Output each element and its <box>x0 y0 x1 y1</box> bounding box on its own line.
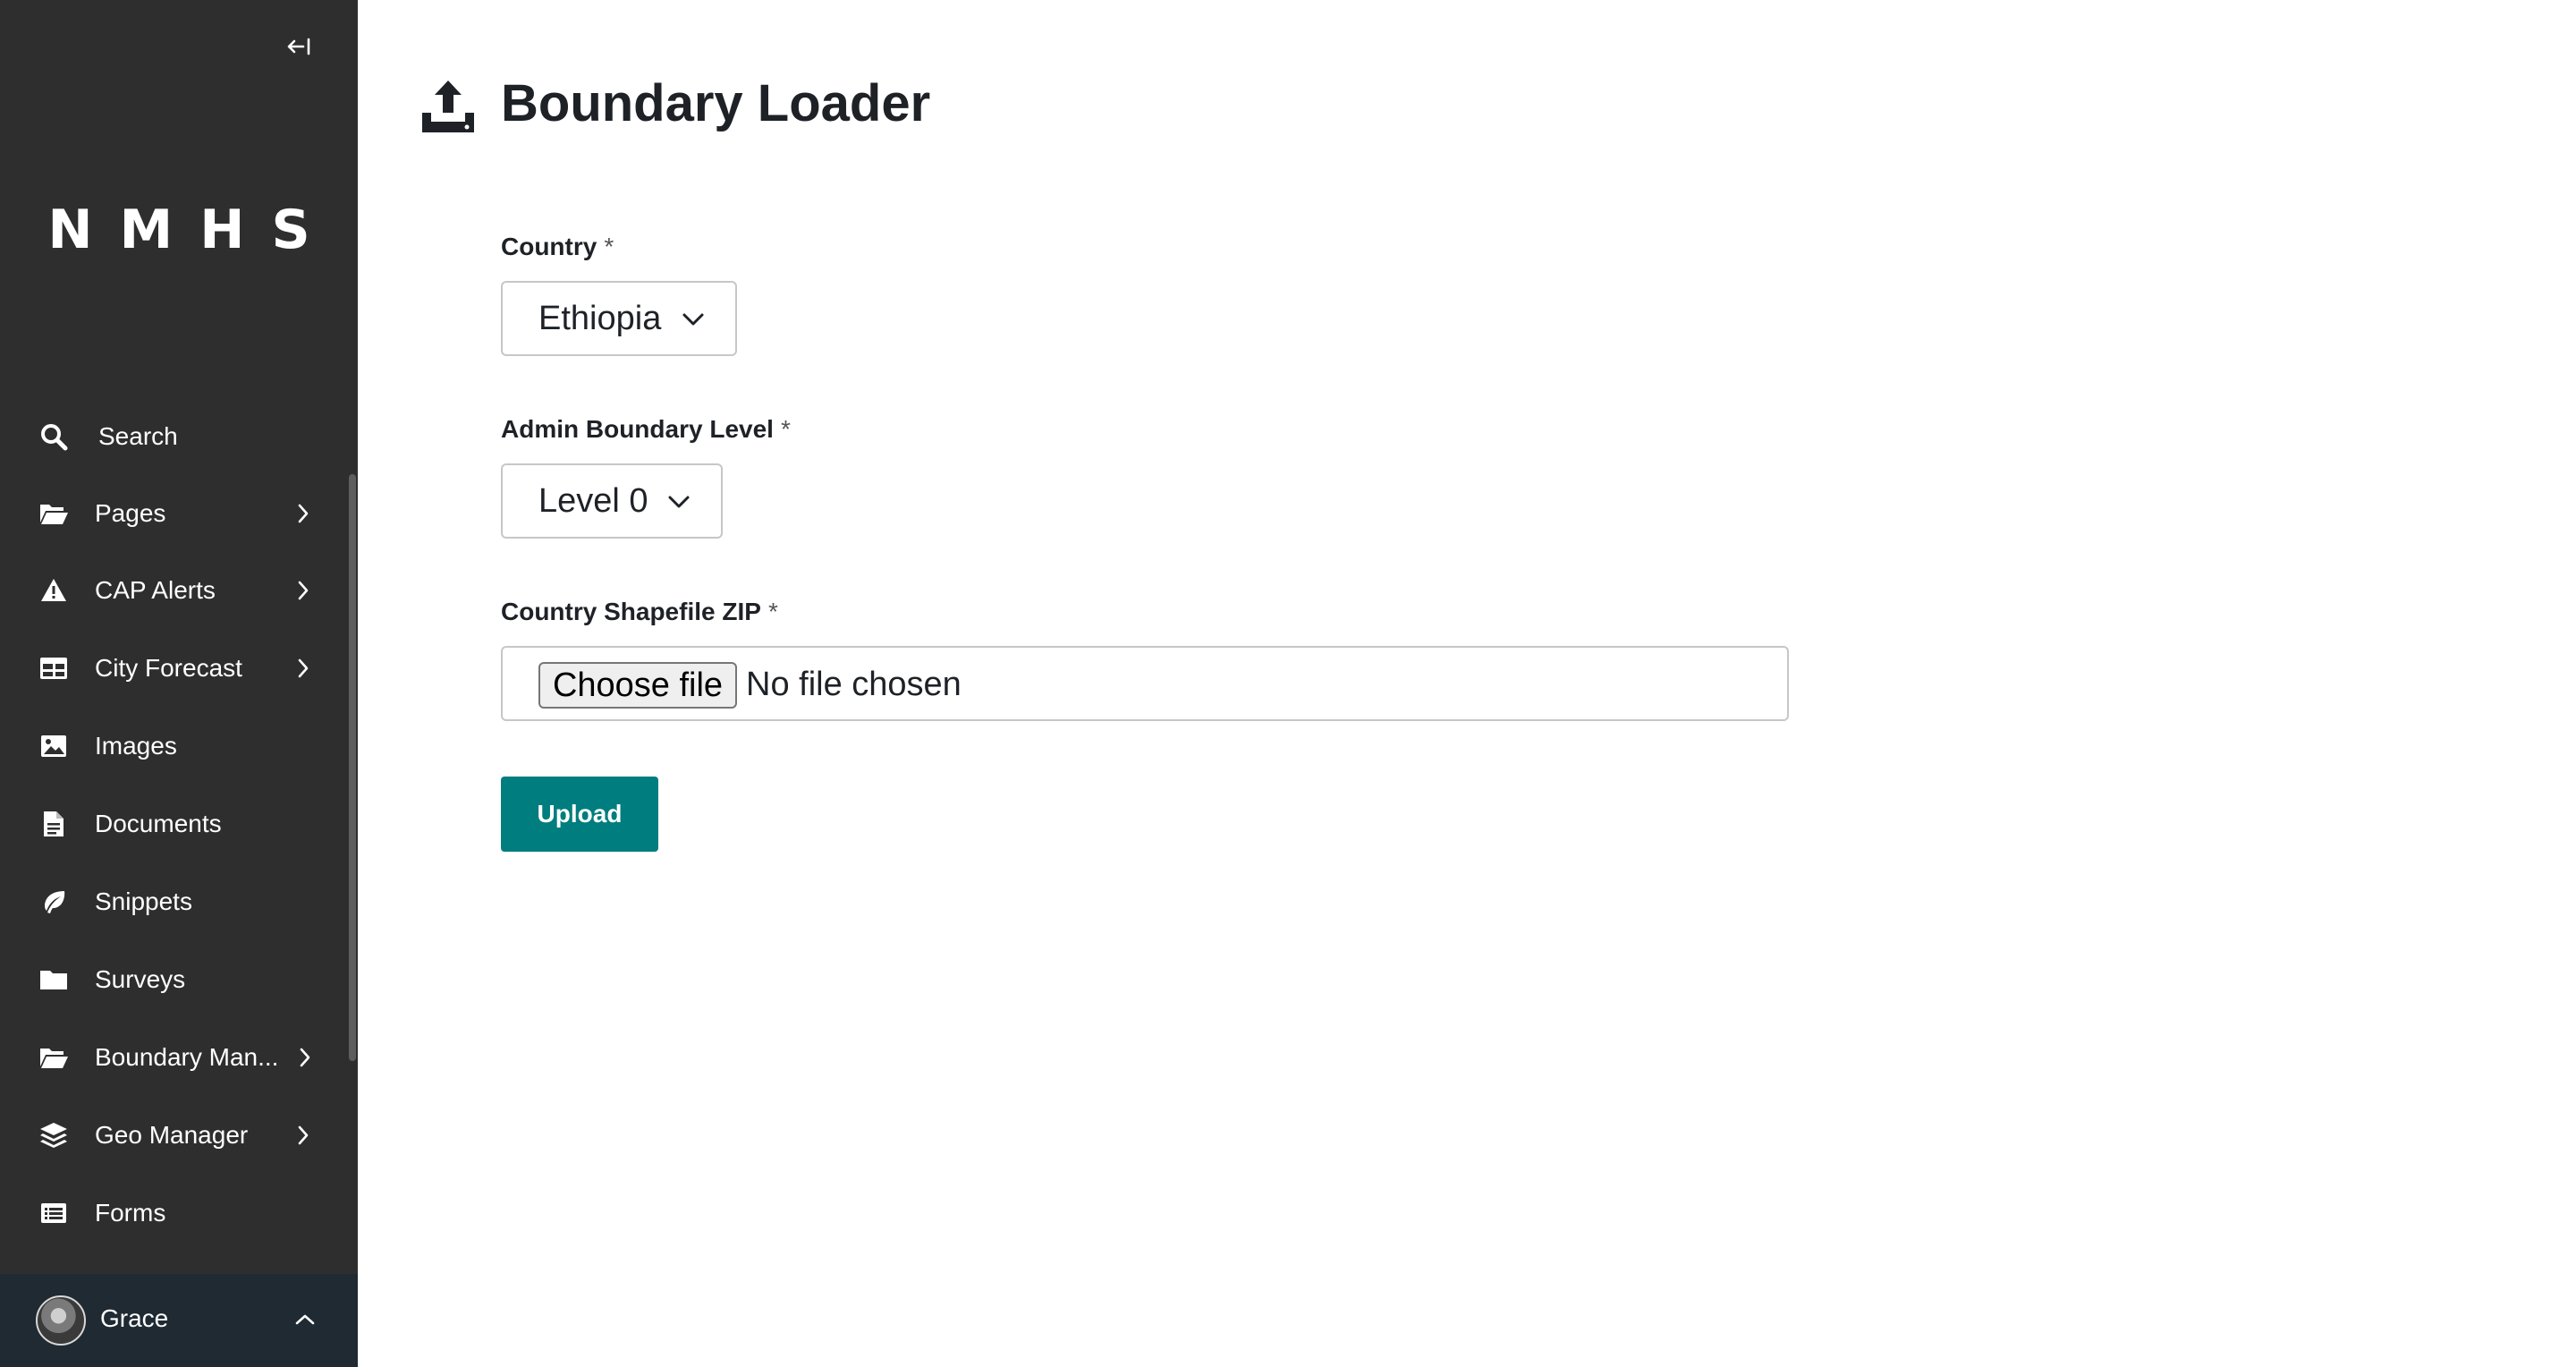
country-label-text: Country <box>501 233 597 260</box>
shapefile-label: Country Shapefile ZIP * <box>501 598 778 626</box>
sidebar-item-cap-alerts[interactable]: CAP Alerts <box>0 555 349 626</box>
sidebar-item-label: Pages <box>95 499 166 527</box>
file-status: No file chosen <box>746 666 962 703</box>
avatar <box>36 1295 86 1346</box>
sidebar-item-forms[interactable]: Forms <box>0 1177 349 1249</box>
snippet-icon <box>38 886 70 918</box>
table-icon <box>38 652 70 684</box>
sidebar-item-snippets[interactable]: Snippets <box>0 866 349 938</box>
sidebar-collapse-button[interactable] <box>281 30 317 63</box>
sidebar-item-search[interactable]: Search <box>0 401 349 472</box>
account-name: Grace <box>100 1304 169 1332</box>
sidebar-item-label: Geo Manager <box>95 1121 249 1149</box>
document-icon <box>38 808 70 840</box>
layers-icon <box>38 1119 70 1151</box>
chevron-up-icon <box>293 1308 317 1331</box>
required-mark: * <box>767 598 778 625</box>
country-label: Country * <box>501 233 614 261</box>
shapefile-label-text: Country Shapefile ZIP <box>501 598 761 625</box>
required-mark: * <box>604 233 614 260</box>
chevron-right-icon <box>292 1124 315 1147</box>
sidebar-item-geo-manager[interactable]: Geo Manager <box>0 1100 349 1171</box>
list-icon <box>38 1197 70 1229</box>
search-icon <box>38 420 70 453</box>
sidebar-item-label: Surveys <box>95 965 186 993</box>
folder-open-icon <box>38 1041 70 1074</box>
sidebar-item-label: Forms <box>95 1199 166 1227</box>
admin-level-label-text: Admin Boundary Level <box>501 415 774 443</box>
sidebar-item-label: Documents <box>95 810 222 837</box>
chevron-down-icon <box>668 496 690 508</box>
sidebar-item-documents[interactable]: Documents <box>0 788 349 860</box>
folder-icon <box>38 964 70 996</box>
admin-level-select-value: Level 0 <box>538 481 648 520</box>
sidebar-item-label: Images <box>95 732 177 760</box>
country-select-value: Ethiopia <box>538 299 662 337</box>
chevron-right-icon <box>292 657 315 680</box>
sidebar-scrollbar[interactable] <box>349 474 356 1061</box>
required-mark: * <box>780 415 791 443</box>
site-logo[interactable]: NMHS <box>0 199 358 261</box>
choose-file-button[interactable]: Choose file <box>538 662 737 709</box>
page-title: Boundary Loader <box>501 74 931 132</box>
collapse-left-icon <box>287 38 310 55</box>
folder-open-icon <box>38 497 70 530</box>
sidebar-item-label: CAP Alerts <box>95 576 216 604</box>
chevron-down-icon <box>682 313 704 326</box>
chevron-right-icon <box>292 579 315 602</box>
upload-button[interactable]: Upload <box>501 777 658 852</box>
sidebar-item-label: City Forecast <box>95 654 242 682</box>
sidebar-item-label: Boundary Man... <box>95 1043 279 1071</box>
sidebar-item-boundary-manager[interactable]: Boundary Man... <box>0 1022 349 1093</box>
chevron-right-icon <box>293 1046 317 1069</box>
image-icon <box>38 730 70 762</box>
sidebar-item-city-forecast[interactable]: City Forecast <box>0 633 349 704</box>
sidebar-item-label: Snippets <box>95 887 192 915</box>
sidebar-item-pages[interactable]: Pages <box>0 478 349 549</box>
sidebar-item-images[interactable]: Images <box>0 710 349 782</box>
admin-level-label: Admin Boundary Level * <box>501 415 791 444</box>
chevron-right-icon <box>292 502 315 525</box>
upload-icon <box>422 81 474 132</box>
account-menu[interactable]: Grace <box>0 1274 358 1367</box>
sidebar: NMHS Search Pages CAP Alerts City Foreca… <box>0 0 358 1367</box>
sidebar-item-surveys[interactable]: Surveys <box>0 944 349 1015</box>
shapefile-input[interactable]: Choose file No file chosen <box>501 646 1789 721</box>
admin-level-select[interactable]: Level 0 <box>501 463 723 539</box>
warning-icon <box>38 574 70 607</box>
country-select[interactable]: Ethiopia <box>501 281 737 356</box>
sidebar-item-label: Search <box>98 422 178 450</box>
